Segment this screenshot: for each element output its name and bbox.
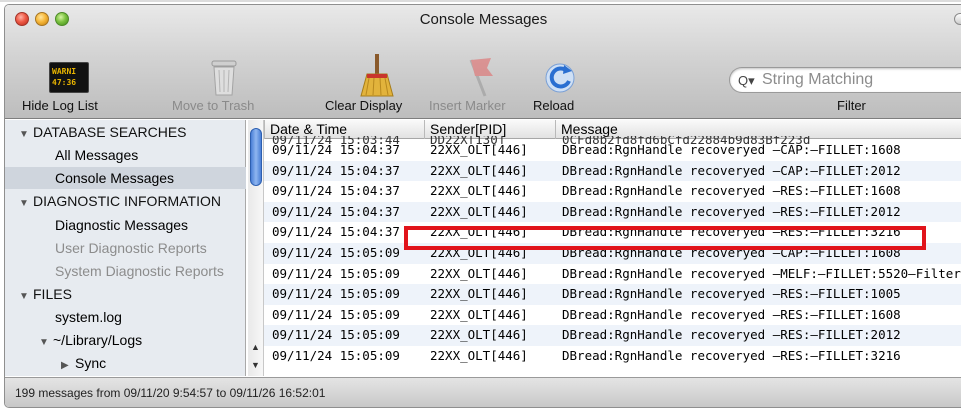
scroll-up-arrow-icon[interactable]: ▲ xyxy=(251,342,260,352)
section-database-searches[interactable]: ▼ DATABASE SEARCHES xyxy=(5,121,246,143)
sidebar-item-system-diagnostic-reports[interactable]: System Diagnostic Reports xyxy=(5,260,246,282)
sidebar-item-diagnostic-messages[interactable]: Diagnostic Messages xyxy=(5,214,246,236)
cell-date: 09/11/24 15:05:09 xyxy=(272,306,400,322)
cell-sender: 22XX_OLT[446] xyxy=(430,162,528,178)
move-to-trash-button[interactable]: Move to Trash xyxy=(172,98,254,113)
cell-sender: 22XX_OLT[446] xyxy=(430,183,528,199)
reload-button[interactable]: Reload xyxy=(533,98,574,113)
cell-date: 09/11/24 15:04:37 xyxy=(272,142,400,157)
cell-date: 09/11/24 15:05:09 xyxy=(272,244,400,260)
status-bar: 199 messages from 09/11/20 9:54:57 to 09… xyxy=(5,377,961,407)
search-field[interactable]: Q▾ xyxy=(729,67,961,93)
cell-sender: 22XX_OLT[446] xyxy=(430,327,528,343)
console-log-icon[interactable]: WARNI 47:36 xyxy=(49,62,89,93)
cell-message: DBread:RgnHandle recoveryed –CAP:–FILLET… xyxy=(562,142,901,157)
sidebar-item-library-logs[interactable]: ▼ ~/Library/Logs xyxy=(5,329,246,351)
filter-label: Filter xyxy=(837,98,866,113)
highlight-annotation xyxy=(404,226,926,250)
hide-log-list-button[interactable]: Hide Log List xyxy=(22,98,98,113)
table-row[interactable]: 09/11/24 15:05:09 22XX_OLT[446] DBread:Rgn… xyxy=(264,346,961,367)
cell-message: DBread:RgnHandle recoveryed –RES:–FILLET… xyxy=(562,183,901,199)
cell-sender: 22XX_OLT[446] xyxy=(430,142,528,157)
search-icon[interactable]: Q▾ xyxy=(738,73,755,89)
cell-sender: 22XX_OLT[446] xyxy=(430,347,528,363)
status-text: 199 messages from 09/11/20 9:54:57 to 09… xyxy=(15,386,326,400)
table-row[interactable]: 09/11/24 15:04:37 22XX_OLT[446] DBread:Rgn… xyxy=(264,160,961,182)
sidebar-item-system-log[interactable]: system.log xyxy=(5,306,246,328)
cell-date: 09/11/24 15:04:37 xyxy=(272,162,400,178)
insert-marker-button[interactable]: Insert Marker xyxy=(429,98,506,113)
cell-message: DBread:RgnHandle recoveryed –CAP:–FILLET… xyxy=(562,162,901,178)
table-row[interactable]: 09/11/24 15:04:37 22XX_OLT[446] DBread:Rgn… xyxy=(264,201,961,223)
section-files[interactable]: ▼ FILES xyxy=(5,283,246,305)
section-label: DATABASE SEARCHES xyxy=(33,124,187,140)
table-body: 09/11/24 15:04:37 22XX_OLT[446] DBread:Rgn… xyxy=(264,140,961,367)
top-border xyxy=(0,0,961,2)
folder-label: ~/Library/Logs xyxy=(53,332,143,348)
console-log-icon-time: 47:36 xyxy=(52,78,77,87)
table-row[interactable]: 09/11/24 15:05:09 22XX_OLT[446] DBread:Rgn… xyxy=(264,325,961,346)
scroll-down-arrow-icon[interactable]: ▼ xyxy=(251,360,260,370)
cell-message: DBread:RgnHandle recoveryed –RES:–FILLET… xyxy=(562,306,901,322)
section-label: FILES xyxy=(33,286,72,302)
cell-date: 09/11/24 15:04:37 xyxy=(272,203,400,219)
disclosure-triangle-icon[interactable]: ▼ xyxy=(39,332,53,354)
table-row[interactable]: 09/11/24 15:04:37 22XX_OLT[446] DBread:Rgn… xyxy=(264,181,961,202)
cell-message: DBread:RgnHandle recoveryed –RES:–FILLET… xyxy=(562,286,901,302)
cell-message: DBread:RgnHandle recoveryed –MELF:–FILLE… xyxy=(562,265,961,281)
vertical-scrollbar[interactable]: ▲ ▼ xyxy=(248,120,264,376)
table-row[interactable]: 09/11/24 15:05:09 22XX_OLT[446] DBread:Rgn… xyxy=(264,305,961,326)
search-input[interactable] xyxy=(762,71,961,89)
toolbar: Console Messages WARNI 47:36 Hide Log Li… xyxy=(5,5,961,119)
cell-sender: 22XX_OLT[446] xyxy=(430,306,528,322)
disclosure-triangle-icon[interactable]: ▼ xyxy=(19,124,33,146)
cell-sender: 22XX_OLT[446] xyxy=(430,203,528,219)
table-row[interactable]: 09/11/24 15:05:09 22XX_OLT[446] DBread:Rgn… xyxy=(264,264,961,285)
cell-sender: 22XX_OLT[446] xyxy=(430,265,528,281)
cell-message: DBread:RgnHandle recoveryed –RES:–FILLET… xyxy=(562,347,901,363)
window-title: Console Messages xyxy=(419,11,548,28)
section-label: DIAGNOSTIC INFORMATION xyxy=(33,193,221,209)
disclosure-triangle-icon[interactable]: ▼ xyxy=(19,286,33,308)
cell-message: DBread:RgnHandle recoveryed –RES:–FILLET… xyxy=(562,327,901,343)
disclosure-triangle-right-icon[interactable]: ▶ xyxy=(61,355,75,377)
clear-display-button[interactable]: Clear Display xyxy=(325,98,402,113)
table-row[interactable]: 09/11/24 15:04:37 22XX_OLT[446] DBread:Rgn… xyxy=(264,140,961,161)
cell-date: 09/11/24 15:05:09 xyxy=(272,347,400,363)
sidebar: ▼ DATABASE SEARCHES All Messages Console … xyxy=(5,120,246,376)
sidebar-item-user-diagnostic-reports[interactable]: User Diagnostic Reports xyxy=(5,237,246,259)
cell-date: 09/11/24 15:05:09 xyxy=(272,265,400,281)
folder-label: Sync xyxy=(75,355,107,371)
toolbar-toggle-button[interactable] xyxy=(954,13,961,25)
table-row[interactable]: 09/11/24 15:05:09 22XX_OLT[446] DBread:Rgn… xyxy=(264,284,961,305)
reload-icon[interactable] xyxy=(543,59,577,95)
sidebar-item-sync[interactable]: ▶ Sync xyxy=(5,352,246,374)
cell-date: 09/11/24 15:04:37 xyxy=(272,183,400,199)
disclosure-triangle-icon[interactable]: ▼ xyxy=(19,193,33,215)
cell-sender: 22XX_OLT[446] xyxy=(430,286,528,302)
cell-message: DBread:RgnHandle recoveryed –RES:–FILLET… xyxy=(562,203,901,219)
sidebar-item-console-messages[interactable]: Console Messages xyxy=(5,167,246,189)
console-log-icon-text: WARNI xyxy=(52,67,77,76)
cell-date: 09/11/24 15:04:37 xyxy=(272,224,400,240)
console-window: Console Messages WARNI 47:36 Hide Log Li… xyxy=(4,4,961,408)
cell-date: 09/11/24 15:05:09 xyxy=(272,286,400,302)
broom-icon[interactable] xyxy=(357,54,397,98)
flag-icon[interactable] xyxy=(463,54,497,98)
trash-icon[interactable] xyxy=(210,59,238,97)
section-diagnostic-information[interactable]: ▼ DIAGNOSTIC INFORMATION xyxy=(5,190,246,212)
cell-date: 09/11/24 15:05:09 xyxy=(272,327,400,343)
scrollbar-thumb[interactable] xyxy=(250,128,262,186)
sidebar-item-all-messages[interactable]: All Messages xyxy=(5,144,246,166)
